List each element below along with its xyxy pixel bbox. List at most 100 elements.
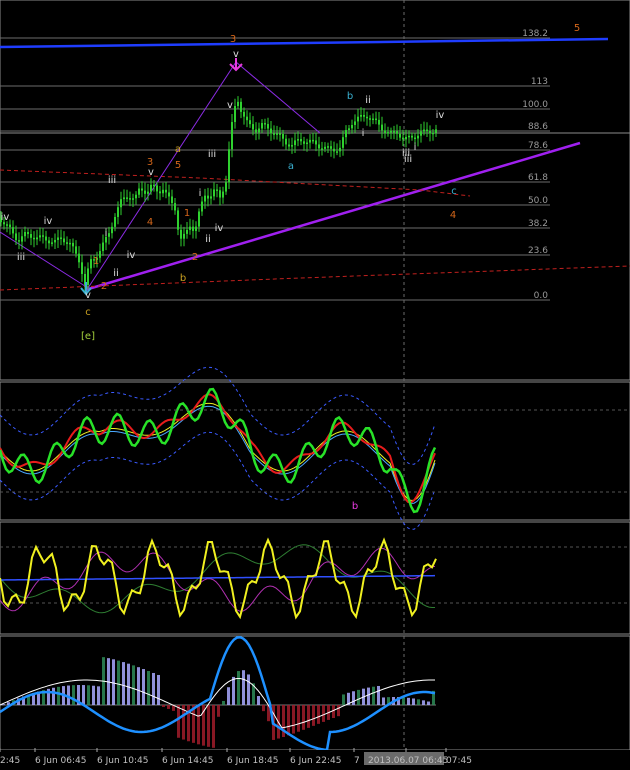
candle-body bbox=[306, 142, 308, 145]
time-cursor-label: 2013.06.07 06:45 bbox=[368, 756, 448, 766]
candle-body bbox=[162, 189, 164, 194]
hist-bar bbox=[57, 686, 60, 705]
wave-label: iv bbox=[1, 212, 10, 223]
hist-bar bbox=[177, 705, 180, 738]
candle-body bbox=[399, 133, 401, 138]
candle-body bbox=[420, 131, 422, 136]
hist-bar bbox=[422, 700, 425, 705]
wave-label: c bbox=[85, 307, 91, 318]
chart-canvas[interactable]: 138.2113100.088.678.661.850.038.223.60.0… bbox=[0, 0, 630, 770]
candle-body bbox=[138, 188, 140, 195]
candle-body bbox=[147, 191, 149, 194]
hist-bar bbox=[222, 700, 225, 705]
candle-body bbox=[123, 197, 125, 200]
hist-bar bbox=[147, 670, 150, 705]
candle-body bbox=[78, 253, 80, 263]
candle-body bbox=[267, 124, 269, 129]
hist-bar bbox=[167, 705, 170, 709]
hist-bar bbox=[377, 685, 380, 705]
candle-body bbox=[345, 130, 347, 138]
wave-label: iii bbox=[108, 175, 116, 186]
candle-body bbox=[189, 226, 191, 230]
fib-level-label: 113 bbox=[531, 77, 548, 87]
candle-body bbox=[69, 242, 71, 245]
osc1-green-line bbox=[0, 387, 437, 514]
hist-bar bbox=[287, 705, 290, 736]
hist-bar bbox=[312, 705, 315, 726]
candle-body bbox=[198, 211, 200, 227]
wave-label: 2 bbox=[192, 252, 198, 263]
candle-body bbox=[252, 124, 254, 130]
candle-body bbox=[408, 135, 410, 138]
candle-body bbox=[117, 207, 119, 217]
candle-body bbox=[99, 251, 101, 258]
wave-label: ii bbox=[365, 95, 371, 106]
fib-level-label: 138.2 bbox=[522, 29, 548, 39]
candle-body bbox=[366, 116, 368, 119]
candle-body bbox=[108, 233, 110, 237]
candle-body bbox=[165, 189, 167, 193]
candle-body bbox=[48, 240, 50, 244]
candle-body bbox=[129, 198, 131, 200]
panel-frame-0 bbox=[0, 0, 630, 381]
hist-bar bbox=[152, 672, 155, 705]
hist-bar bbox=[162, 705, 165, 707]
hist-bar bbox=[427, 701, 430, 705]
candle-body bbox=[54, 239, 56, 243]
time-axis-label: 6 Jun 22:45 bbox=[290, 756, 341, 766]
candle-body bbox=[150, 184, 152, 192]
candle-body bbox=[282, 134, 284, 139]
candle-body bbox=[234, 106, 236, 123]
hist-bar bbox=[237, 671, 240, 705]
osc2-blue-line bbox=[0, 574, 436, 581]
candle-body bbox=[336, 151, 338, 153]
wave-label: iv bbox=[436, 110, 445, 121]
osc1-b-label: b bbox=[352, 501, 358, 512]
candle-body bbox=[390, 130, 392, 133]
candle-body bbox=[351, 124, 353, 129]
wave-label: iv bbox=[215, 223, 224, 234]
fib-level-label: 88.6 bbox=[528, 122, 548, 132]
candle-body bbox=[231, 122, 233, 150]
candle-body bbox=[348, 128, 350, 131]
candle-body bbox=[75, 246, 77, 254]
candle-body bbox=[174, 203, 176, 211]
candle-body bbox=[141, 188, 143, 191]
hist-bar bbox=[232, 676, 235, 705]
candle-body bbox=[279, 133, 281, 135]
candle-body bbox=[426, 129, 428, 132]
candle-body bbox=[321, 148, 323, 150]
candle-body bbox=[270, 128, 272, 134]
candle-body bbox=[177, 210, 179, 230]
hist-bar bbox=[197, 705, 200, 745]
candle-body bbox=[66, 242, 68, 244]
candle-body bbox=[312, 139, 314, 142]
candle-body bbox=[24, 232, 26, 237]
fib-level-label: 78.6 bbox=[528, 141, 548, 151]
candle-body bbox=[21, 236, 23, 242]
candle-body bbox=[171, 196, 173, 204]
hist-bar bbox=[157, 674, 160, 705]
candle-body bbox=[246, 116, 248, 121]
candle-body bbox=[342, 137, 344, 148]
candle-body bbox=[273, 133, 275, 135]
candle-body bbox=[243, 111, 245, 117]
hist-bar bbox=[82, 685, 85, 705]
candle-body bbox=[183, 233, 185, 239]
time-axis-label: 6 Jun 10:45 bbox=[97, 756, 148, 766]
candle-body bbox=[297, 139, 299, 141]
candle-body bbox=[60, 237, 62, 239]
wave-label: c bbox=[451, 186, 457, 197]
candle-body bbox=[357, 116, 359, 122]
hist-bar bbox=[322, 705, 325, 722]
hist-bar bbox=[297, 705, 300, 732]
wave-label: iii bbox=[208, 149, 216, 160]
hist-bar bbox=[132, 665, 135, 705]
red-dashed-channel-upper bbox=[0, 169, 471, 197]
candle-body bbox=[210, 196, 212, 199]
candle-body bbox=[435, 129, 437, 133]
candle-body bbox=[333, 148, 335, 152]
hist-bar bbox=[357, 689, 360, 705]
wave-label: v bbox=[148, 167, 154, 178]
candle-body bbox=[432, 132, 434, 135]
